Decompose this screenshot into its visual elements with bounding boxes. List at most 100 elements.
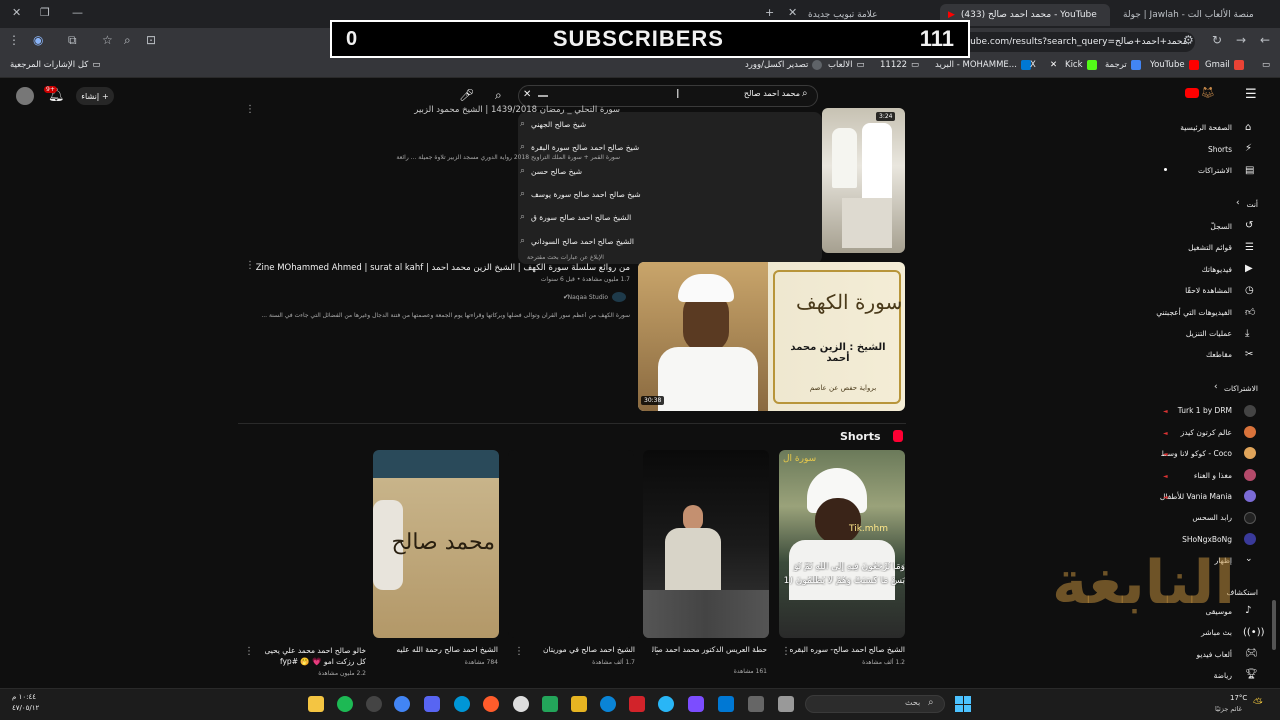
short-thumbnail[interactable] xyxy=(508,450,634,638)
sidebar-item-your-videos[interactable]: فيديوهاتك xyxy=(1160,265,1232,274)
video-title[interactable]: سورة التحلي _ رمضان 1439/2018 | الشيخ مح… xyxy=(240,105,620,115)
forward-icon[interactable]: → xyxy=(1236,33,1246,47)
sidebar-scrollbar[interactable] xyxy=(1272,600,1276,650)
sidebar-item-subscriptions[interactable]: الاشتراكات xyxy=(1160,166,1232,175)
close-tab-icon[interactable]: ✕ xyxy=(788,6,797,19)
file-explorer-icon[interactable] xyxy=(308,696,324,712)
sidebar-sub-turk1[interactable]: Turk 1 by DRM xyxy=(1160,406,1232,415)
folder-icon[interactable] xyxy=(571,696,587,712)
bookmark-twitter[interactable]: ✕ xyxy=(1050,60,1057,70)
sidebar-item-liked[interactable]: الفيديوهات التي أعجبتني xyxy=(1156,308,1232,317)
account-avatar[interactable] xyxy=(16,87,34,105)
app-icon[interactable] xyxy=(748,696,764,712)
sidebar-sub-music[interactable]: مغذا و الغناء xyxy=(1160,471,1232,480)
windows-start-icon[interactable] xyxy=(955,696,971,712)
short-title[interactable]: خالو صالح احمد محمد علي يحيى كل رزكت امو… xyxy=(258,645,366,667)
suggestion-item[interactable]: ⌕ شيخ صالح الجهني xyxy=(520,119,812,129)
keyboard-icon[interactable] xyxy=(538,95,548,97)
channel-name[interactable]: Naqaa Studio xyxy=(500,294,608,301)
tab-jawlah[interactable]: جولة | Jawlah - منصة الألعاب الت xyxy=(1115,4,1255,26)
bookmark-x[interactable]: X xyxy=(1030,60,1036,70)
outlook-icon[interactable] xyxy=(718,696,734,712)
back-icon[interactable]: ← xyxy=(1260,33,1270,47)
extensions-icon[interactable]: ⧉ xyxy=(68,33,77,48)
suggestion-item[interactable]: ⌕ شيخ صالح احمد صالح سورة يوسف xyxy=(520,189,812,199)
sidebar-section-you[interactable]: أنت xyxy=(1160,200,1258,209)
more-actions-icon[interactable]: ⋮ xyxy=(245,104,255,115)
minimize-window-icon[interactable]: — xyxy=(72,6,83,19)
close-window-icon[interactable]: ✕ xyxy=(12,6,21,19)
search-submit-icon[interactable]: ⌕ xyxy=(495,88,502,103)
sidebar-sub-vania[interactable]: Vania Mania للأطفال xyxy=(1160,492,1232,501)
new-tab-icon[interactable]: + xyxy=(765,6,774,19)
short-title[interactable]: الشيخ صالح احمد صالح- سوره البقره xyxy=(790,645,905,654)
sidebar-item-downloads[interactable]: عمليات التنزيل xyxy=(1160,329,1232,338)
site-settings-icon[interactable]: ⚙ xyxy=(1183,33,1194,47)
settings-gear-icon[interactable] xyxy=(513,696,529,712)
bookmark-translate[interactable]: ترجمة xyxy=(1105,60,1141,70)
more-actions-icon[interactable]: ⋮ xyxy=(781,646,791,657)
hp-icon[interactable] xyxy=(454,696,470,712)
app-icon[interactable] xyxy=(542,696,558,712)
bookmark-star-icon[interactable]: ☆ xyxy=(102,33,113,47)
short-thumbnail[interactable]: محمد صالح xyxy=(373,450,499,638)
chrome-icon[interactable] xyxy=(394,696,410,712)
sidebar-explore-sports[interactable]: رياضة xyxy=(1160,671,1232,680)
suggestion-item[interactable]: ⌕ الشيخ صالح احمد صالح السوداني xyxy=(520,236,812,246)
bookmarks-folder-icon[interactable]: ▭ xyxy=(1262,60,1270,70)
report-suggestions-link[interactable]: الإبلاغ عن عبارات بحث مقترحة xyxy=(527,254,604,261)
sidebar-explore-gaming[interactable]: ألعاب فيديو xyxy=(1160,650,1232,659)
short-thumbnail[interactable]: سورة ال Tik.mhm وَمَا تُرْجَعُونَ فِيهِ … xyxy=(779,450,905,638)
app-icon[interactable] xyxy=(688,696,704,712)
bookmark-games[interactable]: الالعاب ▭ xyxy=(828,60,865,70)
more-actions-icon[interactable]: ⋮ xyxy=(514,646,524,657)
maximize-window-icon[interactable]: ❐ xyxy=(40,6,50,19)
short-title[interactable]: حطة العريس الدكتور محمد احمد صالح اليمني xyxy=(652,645,767,654)
install-app-icon[interactable]: ⊡ xyxy=(146,33,156,47)
channel-avatar[interactable] xyxy=(612,292,626,302)
clock-date[interactable]: ٤٧/٠٥/١٢ xyxy=(12,704,39,712)
discord-icon[interactable] xyxy=(424,696,440,712)
more-actions-icon[interactable]: ⋮ xyxy=(245,260,255,271)
sidebar-item-history[interactable]: السجلّ xyxy=(1160,222,1232,231)
sidebar-sub-rabd[interactable]: رابد السحس xyxy=(1160,513,1232,522)
suggestion-item[interactable]: ⌕ الشيخ صالح احمد صالح سورة ق xyxy=(520,212,812,222)
short-thumbnail[interactable] xyxy=(643,450,769,638)
profile-icon[interactable]: ◉ xyxy=(33,33,43,47)
reload-icon[interactable]: ↻ xyxy=(1212,33,1222,47)
spotify-icon[interactable] xyxy=(337,696,353,712)
more-actions-icon[interactable]: ⋮ xyxy=(652,646,662,657)
sidebar-explore-live[interactable]: بث مباشر xyxy=(1160,628,1232,637)
address-bar[interactable]: youtube.com/results?search_query=محمد+اح… xyxy=(940,32,1195,52)
suggestion-item[interactable]: ⌕ شيخ صالح حسن xyxy=(520,166,812,176)
short-title[interactable]: الشيخ احمد صالح في موريتان xyxy=(520,645,635,654)
sidebar-sub-cartoon[interactable]: عالم كرتون كيدز xyxy=(1160,428,1232,437)
sidebar-sub-shongx[interactable]: SHoNgxBoNg xyxy=(1160,535,1232,544)
bookmark-11122[interactable]: 11122 ▭ xyxy=(880,60,919,70)
more-actions-icon[interactable]: ⋮ xyxy=(244,646,254,657)
clock-time[interactable]: ١٠:٤٤ م xyxy=(12,693,36,701)
sidebar-item-home[interactable]: الصفحة الرئيسية xyxy=(1160,123,1232,132)
clear-search-icon[interactable]: ✕ xyxy=(523,89,531,100)
video-title[interactable]: من روائع سلسلة سورة الكهف | الشيخ الزين … xyxy=(255,263,630,273)
sidebar-sub-coco[interactable]: Coco - كوكو لانا وسط xyxy=(1160,449,1232,458)
suggestion-item[interactable]: ⌕ شيخ صالح احمد صالح سورة البقرة xyxy=(520,142,812,152)
voice-search-mic-icon[interactable]: 🎤︎ xyxy=(459,88,474,102)
video-thumbnail[interactable]: سورة الكهف الشيخ : الزين محمد أحمد برواي… xyxy=(638,262,905,411)
app-icon[interactable] xyxy=(629,696,645,712)
youtube-logo-icon[interactable] xyxy=(1185,88,1199,98)
sidebar-item-shorts[interactable]: Shorts xyxy=(1160,145,1232,154)
firefox-icon[interactable] xyxy=(483,696,499,712)
bookmark-all[interactable]: كل الإشارات المرجعية ▭ xyxy=(10,60,100,70)
sidebar-section-subscriptions[interactable]: الاشتراكات xyxy=(1160,384,1258,393)
taskbar-search-box[interactable] xyxy=(805,695,945,713)
app-icon[interactable] xyxy=(658,696,674,712)
app-icon[interactable] xyxy=(366,696,382,712)
task-view-icon[interactable] xyxy=(778,696,794,712)
edge-icon[interactable] xyxy=(600,696,616,712)
hamburger-menu-icon[interactable]: ☰ xyxy=(1245,87,1257,102)
bookmark-kick[interactable]: Kick xyxy=(1065,60,1097,70)
bookmark-export[interactable]: تصدير اكسل/وورد xyxy=(745,60,823,70)
video-thumbnail[interactable] xyxy=(822,108,905,253)
bookmark-mail[interactable]: البريد - MOHAMME... xyxy=(935,60,1031,70)
